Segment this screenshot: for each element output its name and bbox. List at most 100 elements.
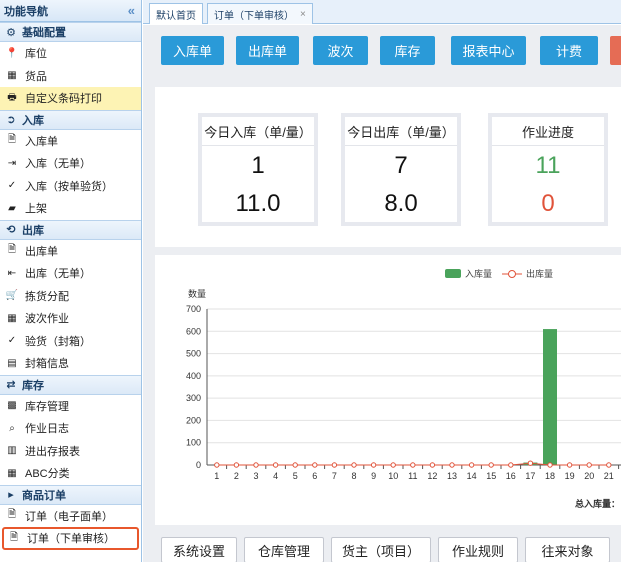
sidebar-header: 功能导航 « [0,0,141,22]
x-tick-label: 16 [506,471,516,481]
circle-arrow-left-icon: ⟲ [6,224,16,236]
line-point [449,462,455,468]
x-tick-label: 9 [371,471,376,481]
settings-button[interactable]: 货主（项目） [331,537,431,562]
sidebar-item-label: 货品 [25,70,47,83]
sidebar-item-label: 库位 [25,48,47,61]
settings-button[interactable]: 仓库管理 [244,537,324,562]
line-point [312,462,318,468]
document-icon: 🗎 [7,134,17,146]
toolbar-button[interactable]: 出库单 [236,36,299,65]
line-point [606,462,612,468]
tab-order-review[interactable]: 订单（下单审核） × [207,3,313,24]
sidebar-item[interactable]: ▤ 封箱信息 [0,352,141,375]
stat-title: 今日出库（单/量） [345,117,457,146]
gear-icon: ⚙ [6,26,16,39]
settings-button[interactable]: 系统设置 [161,537,237,562]
document-icon: 🗎 [9,531,19,543]
toolbar-button[interactable]: 入库单 [161,36,224,65]
x-tick-label: 15 [486,471,496,481]
search-icon: ⌕ [9,422,15,434]
sidebar-item[interactable]: 📍 库位 [0,42,141,65]
sidebar-item[interactable]: 🗎 订单（下单审核） [2,527,139,550]
check-icon: ✓ [7,180,17,192]
x-tick-label: 8 [351,471,356,481]
y-tick-label: 200 [186,415,201,425]
toolbar-button[interactable]: 波次 [313,36,368,65]
sidebar-item-label: 进出存报表 [25,445,80,458]
close-icon[interactable]: × [300,9,306,20]
x-tick-label: 1 [214,471,219,481]
sidebar-item-label: 出库（无单） [25,268,91,281]
settings-button[interactable]: 作业规则 [438,537,518,562]
sidebar-item[interactable]: 🛒 拣货分配 [0,285,141,308]
sidebar-item[interactable]: ▦ ABC分类 [0,462,141,485]
sidebar-item-label: ABC分类 [25,468,70,481]
chart-footer-label: 总入库量： [575,498,620,509]
collapse-icon[interactable]: « [128,3,135,18]
sidebar-group[interactable]: ⟲ 出库 [0,219,141,240]
legend-label-inbound: 入库量 [465,268,492,279]
line-point [468,462,475,468]
sidebar-item[interactable]: 🖶 自定义条码打印 [0,87,141,110]
sidebar-group[interactable]: ⇄ 库存 [0,374,141,395]
document-icon: 🗎 [7,509,17,521]
line-point [351,462,357,468]
map-pin-icon: 📍 [5,47,19,59]
grid-icon: ▦ [7,312,17,324]
y-axis-label: 数量 [188,288,206,299]
toolbar-button[interactable]: 计费 [540,36,598,65]
sign-out-icon: ⇤ [7,267,17,279]
stat-card: 作业进度 11 0 [488,113,608,226]
sidebar-item-label: 拣货分配 [25,290,69,303]
sidebar-item[interactable]: ✓ 验货（封箱） [0,330,141,353]
toolbar-button[interactable]: 库存 [380,36,435,65]
bar [543,329,557,465]
printer-icon: 🖶 [7,91,17,103]
sidebar-group[interactable]: ➲ 入库 [0,109,141,130]
y-tick-label: 500 [186,349,201,359]
sidebar-item[interactable]: ▦ 货品 [0,65,141,88]
tab-home[interactable]: 默认首页 [149,3,203,24]
sidebar-item[interactable]: 🗎 订单（电子面单） [0,505,141,528]
stat-card: 今日入库（单/量） 1 11.0 [198,113,318,226]
sidebar-group[interactable]: ⚙ 基础配置 [0,22,141,42]
line-point [390,462,396,468]
sidebar-item[interactable]: 🗎 出库单 [0,240,141,263]
stat-value-primary: 1 [251,152,265,179]
sidebar-item-label: 出库单 [25,245,58,258]
toolbar-button[interactable]: 报表中心 [451,36,526,65]
sidebar-item-label: 入库（按单验货） [25,180,113,193]
sidebar-item[interactable]: ✓ 入库（按单验货） [0,175,141,198]
stat-value-primary: 7 [394,152,408,179]
sidebar-item[interactable]: ⇤ 出库（无单） [0,262,141,285]
y-tick-label: 0 [196,460,201,470]
sidebar-item[interactable]: ⌕ 作业日志 [0,417,141,440]
tab-label: 订单（下单审核） [214,10,294,22]
line-point [233,462,240,468]
y-tick-label: 400 [186,371,201,381]
sidebar-item[interactable]: ▰ 上架 [0,197,141,220]
sidebar-group-label: 商品订单 [22,489,66,502]
sidebar-item[interactable]: 🗎 入库单 [0,130,141,153]
toolbar-button-overflow[interactable] [610,36,621,65]
line-point [292,462,298,468]
line-point [370,462,377,468]
sidebar-item[interactable]: ▥ 进出存报表 [0,440,141,463]
sidebar-item[interactable]: ▩ 库存管理 [0,395,141,418]
legend-swatch-inbound [445,269,461,278]
caret-right-icon: ▸ [8,489,14,501]
sidebar-item[interactable]: ⇥ 入库（无单） [0,152,141,175]
stat-value-secondary: 11.0 [235,190,281,217]
sidebar-group-label: 入库 [22,114,44,127]
legend-label-outbound: 出库量 [526,268,553,279]
settings-button[interactable]: 往来对象 [525,537,610,562]
line-point [272,462,279,468]
check-icon: ✓ [7,335,17,347]
sidebar-group[interactable]: ▸ 商品订单 [0,484,141,505]
sidebar-item-label: 波次作业 [25,313,69,326]
stat-value-primary: 11 [535,152,561,179]
sidebar-item[interactable]: ▦ 波次作业 [0,307,141,330]
x-tick-label: 20 [584,471,594,481]
circle-arrow-right-icon: ➲ [6,114,16,126]
